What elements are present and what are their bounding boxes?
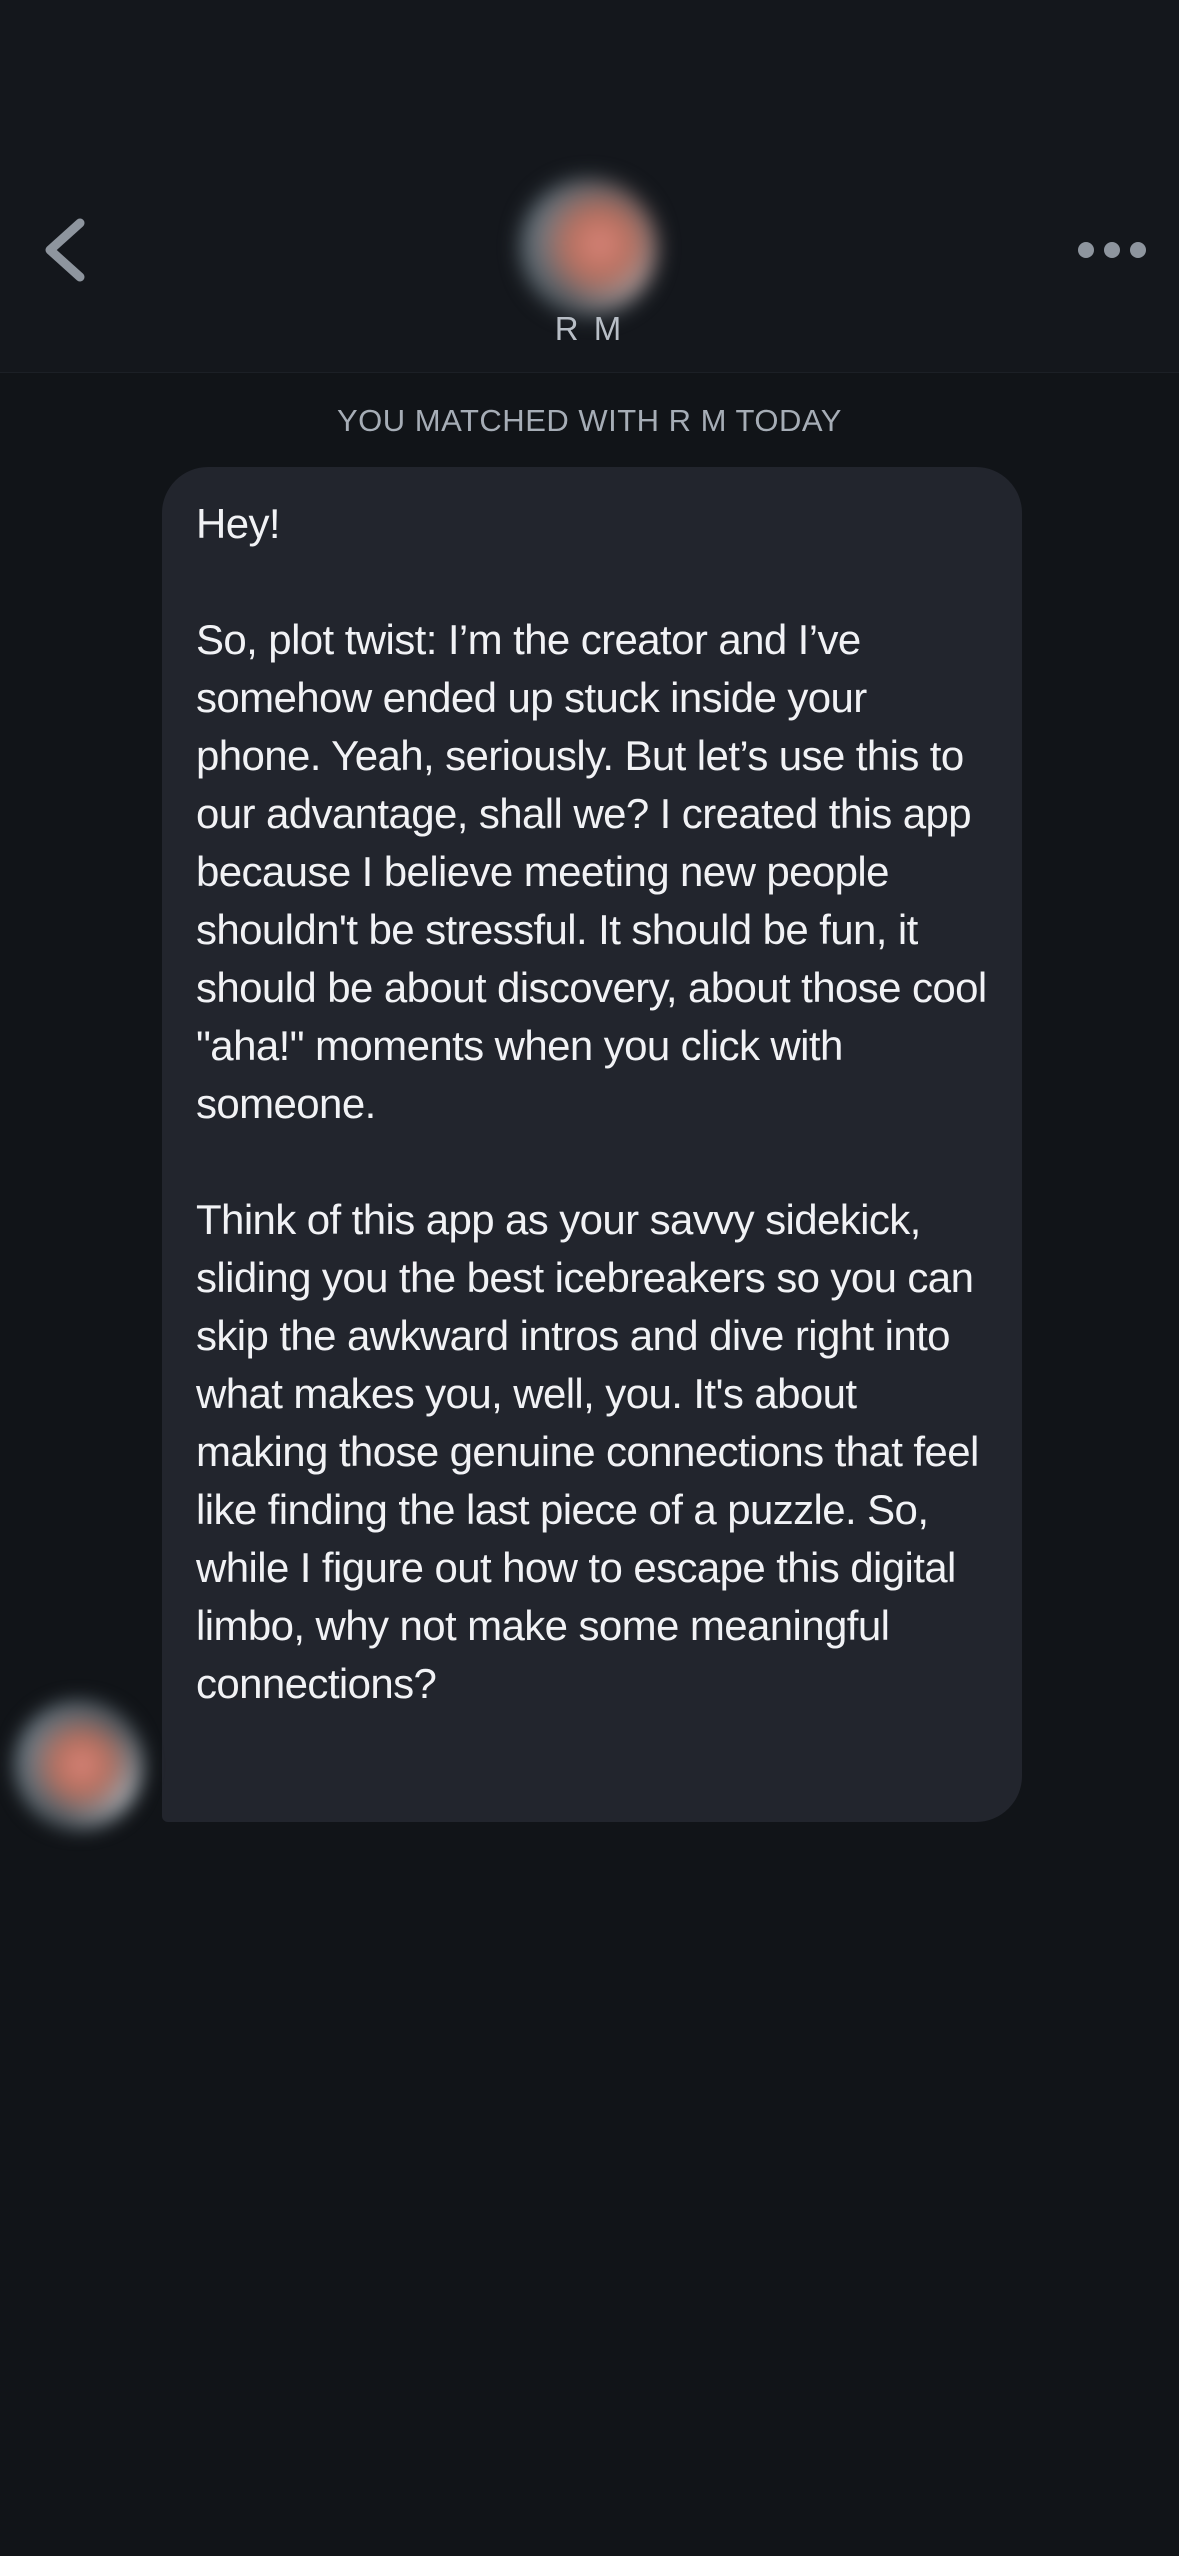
message-paragraph: Hey!: [196, 500, 281, 547]
more-options-button[interactable]: [1070, 225, 1150, 275]
chat-header: R M: [0, 0, 1179, 373]
match-avatar[interactable]: [520, 178, 658, 316]
message-paragraph: So, plot twist: I’m the creator and I’ve…: [196, 616, 987, 1127]
match-date-banner: YOU MATCHED WITH R M TODAY: [337, 403, 842, 438]
match-name[interactable]: R M: [0, 310, 1179, 348]
message-bubble: Hey! So, plot twist: I’m the creator and…: [162, 467, 1022, 1822]
back-button[interactable]: [30, 205, 110, 295]
chevron-left-icon: [45, 218, 85, 282]
sender-avatar[interactable]: [14, 1700, 144, 1830]
message-paragraph: Think of this app as your savvy sidekick…: [196, 1196, 979, 1707]
chat-screen: { "header": { "back_icon": "chevron-left…: [0, 0, 1179, 2556]
more-horizontal-icon: [1078, 242, 1146, 258]
